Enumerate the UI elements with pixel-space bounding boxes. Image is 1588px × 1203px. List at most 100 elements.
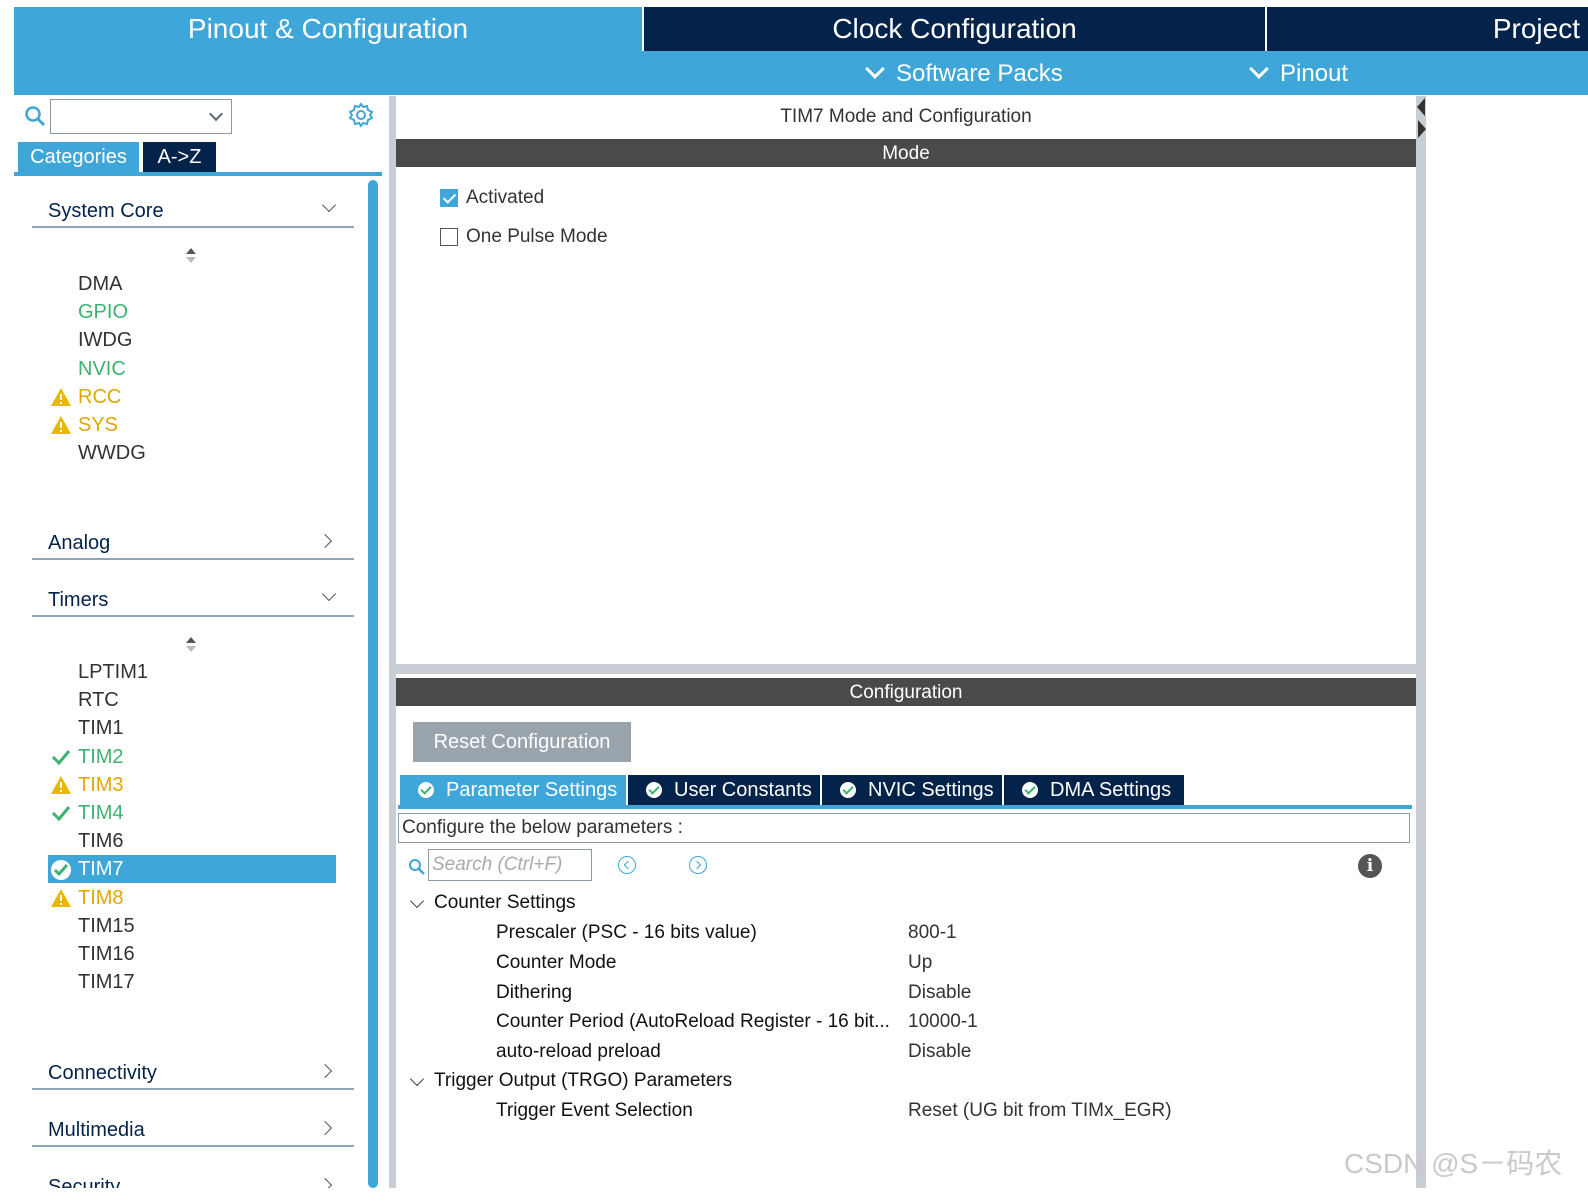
list-item-tim7[interactable]: TIM7 bbox=[48, 855, 336, 884]
watermark: CSDN @S－码农 bbox=[1344, 1148, 1563, 1179]
collapse-toggle-icon[interactable] bbox=[1416, 98, 1426, 138]
list-item-tim2[interactable]: TIM2 bbox=[48, 743, 336, 771]
parameter-name: auto-reload preload bbox=[496, 1041, 661, 1063]
section-label: Timers bbox=[48, 589, 109, 611]
search-icon bbox=[408, 858, 426, 881]
list-item-wwdg[interactable]: WWDG bbox=[48, 439, 336, 467]
parameter-value[interactable]: Disable bbox=[908, 1039, 971, 1065]
list-item-label: NVIC bbox=[78, 357, 126, 380]
parameter-name: Counter Mode bbox=[496, 951, 617, 973]
top-tabs: Pinout & Configuration Clock Configurati… bbox=[14, 7, 1588, 51]
parameter-row[interactable]: Counter Period (AutoReload Register - 16… bbox=[496, 1009, 1396, 1035]
section-system-core[interactable]: System Core bbox=[32, 194, 354, 228]
list-item-tim15[interactable]: TIM15 bbox=[48, 912, 336, 940]
list-item-tim3[interactable]: TIM3 bbox=[48, 771, 336, 799]
parameter-row[interactable]: auto-reload preload Disable bbox=[496, 1039, 1396, 1065]
tab-label: Parameter Settings bbox=[446, 779, 618, 801]
section-label: Connectivity bbox=[48, 1062, 157, 1084]
checkbox-checked-icon[interactable] bbox=[440, 189, 458, 207]
parameter-value[interactable]: 800-1 bbox=[908, 920, 957, 946]
parameter-value[interactable]: Up bbox=[908, 950, 932, 976]
tab-dma-settings[interactable]: DMA Settings bbox=[1004, 775, 1184, 805]
tab-clock-configuration[interactable]: Clock Configuration bbox=[644, 7, 1265, 51]
tab-nvic-settings[interactable]: NVIC Settings bbox=[822, 775, 1002, 805]
parameter-name: Prescaler (PSC - 16 bits value) bbox=[496, 922, 757, 943]
chevron-right-icon bbox=[317, 1177, 333, 1188]
list-item-label: TIM6 bbox=[78, 830, 124, 853]
software-packs-menu[interactable]: Software Packs bbox=[865, 51, 1063, 95]
list-item-dma[interactable]: DMA bbox=[48, 270, 336, 298]
chevron-down-icon bbox=[321, 197, 337, 213]
check-icon bbox=[51, 749, 71, 765]
panel-splitter[interactable] bbox=[389, 96, 396, 1188]
list-item-iwdg[interactable]: IWDG bbox=[48, 326, 336, 354]
chevron-down-icon[interactable] bbox=[208, 106, 224, 122]
list-item-gpio[interactable]: GPIO bbox=[48, 298, 336, 326]
list-item-tim16[interactable]: TIM16 bbox=[48, 940, 336, 968]
tab-parameter-settings[interactable]: Parameter Settings bbox=[400, 775, 626, 805]
list-item-nvic[interactable]: NVIC bbox=[48, 355, 336, 383]
tab-label: DMA Settings bbox=[1050, 779, 1172, 801]
sort-icon[interactable] bbox=[186, 248, 196, 266]
list-item-label: TIM7 bbox=[78, 858, 124, 881]
next-match-icon[interactable] bbox=[689, 856, 707, 874]
list-item-sys[interactable]: SYS bbox=[48, 411, 336, 439]
category-search-input[interactable] bbox=[50, 99, 232, 134]
tab-categories[interactable]: Categories bbox=[18, 142, 139, 172]
parameter-row[interactable]: Trigger Event Selection Reset (UG bit fro… bbox=[496, 1098, 1396, 1124]
previous-match-icon[interactable] bbox=[618, 856, 636, 874]
tab-a-to-z[interactable]: A->Z bbox=[143, 142, 216, 172]
section-divider[interactable] bbox=[396, 664, 1416, 674]
software-packs-label: Software Packs bbox=[896, 60, 1063, 87]
checkbox-unchecked-icon[interactable] bbox=[440, 228, 458, 246]
chevron-down-icon bbox=[865, 59, 885, 79]
scrollbar[interactable] bbox=[368, 180, 378, 1188]
check-circle-icon bbox=[840, 782, 856, 798]
list-item-label: TIM2 bbox=[78, 745, 124, 768]
pinout-menu[interactable]: Pinout bbox=[1249, 51, 1348, 95]
check-icon bbox=[51, 806, 71, 822]
list-item-rcc[interactable]: RCC bbox=[48, 383, 336, 411]
parameter-value[interactable]: Reset (UG bit from TIMx_EGR) bbox=[908, 1098, 1172, 1124]
section-connectivity[interactable]: Connectivity bbox=[32, 1056, 354, 1090]
sort-icon[interactable] bbox=[186, 637, 196, 655]
tab-project-manager[interactable]: Project bbox=[1267, 7, 1588, 51]
section-label: Analog bbox=[48, 532, 111, 554]
panel-splitter-right[interactable] bbox=[1416, 96, 1426, 1188]
parameter-name: Counter Period (AutoReload Register - 16… bbox=[496, 1011, 890, 1033]
list-item-label: TIM4 bbox=[78, 802, 124, 824]
parameter-value[interactable]: Disable bbox=[908, 980, 971, 1006]
warning-icon bbox=[51, 387, 71, 406]
list-item-lptim1[interactable]: LPTIM1 bbox=[48, 658, 336, 686]
list-item-label: LPTIM1 bbox=[78, 661, 149, 683]
chevron-down-icon bbox=[321, 586, 337, 602]
parameter-search-input[interactable]: Search (Ctrl+F) bbox=[428, 849, 592, 881]
list-item-tim4[interactable]: TIM4 bbox=[48, 799, 336, 827]
reset-configuration-button[interactable]: Reset Configuration bbox=[413, 722, 631, 762]
group-label: Counter Settings bbox=[434, 892, 576, 913]
list-item-rtc[interactable]: RTC bbox=[48, 686, 336, 714]
list-item-tim17[interactable]: TIM17 bbox=[48, 968, 336, 996]
section-multimedia[interactable]: Multimedia bbox=[32, 1113, 354, 1147]
section-analog[interactable]: Analog bbox=[32, 526, 354, 560]
tab-pinout-configuration[interactable]: Pinout & Configuration bbox=[14, 7, 642, 51]
list-item-tim1[interactable]: TIM1 bbox=[48, 714, 336, 742]
tab-user-constants[interactable]: User Constants bbox=[628, 775, 820, 805]
gear-icon[interactable] bbox=[348, 102, 374, 133]
chevron-down-icon bbox=[409, 1071, 425, 1087]
parameter-row[interactable]: Dithering Disable bbox=[496, 980, 1396, 1006]
section-timers[interactable]: Timers bbox=[32, 583, 354, 617]
status-mark bbox=[50, 747, 72, 767]
list-item-tim8[interactable]: TIM8 bbox=[48, 884, 336, 912]
list-item-label: TIM15 bbox=[78, 914, 135, 937]
list-item-label: TIM17 bbox=[78, 971, 135, 994]
list-item-label: RCC bbox=[78, 385, 122, 408]
parameter-value[interactable]: 10000-1 bbox=[908, 1009, 978, 1035]
info-icon[interactable]: i bbox=[1358, 854, 1382, 878]
section-security[interactable]: Security bbox=[32, 1170, 354, 1188]
parameter-row[interactable]: Prescaler (PSC - 16 bits value) 800-1 bbox=[496, 920, 1396, 946]
list-item-label: WWDG bbox=[78, 442, 146, 465]
parameter-row[interactable]: Counter Mode Up bbox=[496, 950, 1396, 976]
group-label: Trigger Output (TRGO) Parameters bbox=[434, 1070, 733, 1091]
list-item-tim6[interactable]: TIM6 bbox=[48, 827, 336, 855]
